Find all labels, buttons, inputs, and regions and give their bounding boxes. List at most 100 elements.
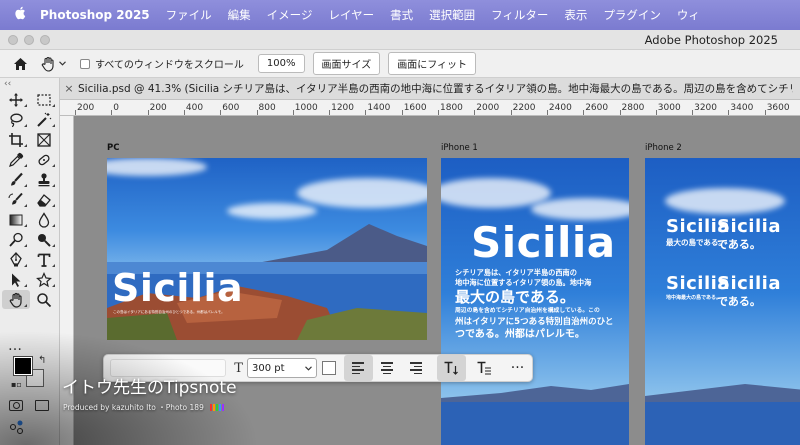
collapse-panel-button[interactable]: ‹‹ xyxy=(0,78,59,90)
zoom-tool[interactable] xyxy=(30,290,58,309)
menu-file[interactable]: ファイル xyxy=(166,7,212,23)
ruler-tick-mark xyxy=(583,110,585,115)
ruler-tick-label: 3600 xyxy=(766,103,790,113)
magic-wand-tool[interactable] xyxy=(30,110,58,129)
history-brush-tool[interactable] xyxy=(2,190,30,209)
scroll-all-windows-checkbox[interactable]: すべてのウィンドウをスクロール xyxy=(80,56,244,71)
tool-preset-picker[interactable] xyxy=(40,56,66,72)
menu-select[interactable]: 選択範囲 xyxy=(429,7,475,23)
ruler-tick-label: 2400 xyxy=(548,103,572,113)
smudge-tool[interactable] xyxy=(30,230,58,249)
horizontal-ruler[interactable]: 200 0 200 400 600 800 1000 1200 1400 1600 1800 2000… xyxy=(60,100,800,116)
foreground-color-swatch[interactable] xyxy=(13,356,33,376)
artboard-label-iphone1[interactable]: iPhone 1 xyxy=(441,143,478,153)
menu-image[interactable]: イメージ xyxy=(267,7,313,23)
pc-headline-text[interactable]: Sicilia xyxy=(112,266,243,310)
eraser-tool[interactable] xyxy=(30,190,58,209)
align-right-button[interactable] xyxy=(402,355,431,381)
home-icon xyxy=(13,57,27,70)
iphone1-body-line-4[interactable]: 周辺の島を含めてシチリア自治州を構成している。この xyxy=(455,308,600,315)
iphone1-body-line-6[interactable]: つである。州都はパレルモ。 xyxy=(455,329,585,342)
pen-tool[interactable] xyxy=(2,250,30,269)
watermark-color-bars-icon xyxy=(209,404,224,411)
clone-stamp-tool[interactable] xyxy=(30,170,58,189)
fit-screen-button[interactable]: 画面サイズ xyxy=(312,52,381,75)
frame-tool[interactable] xyxy=(30,130,58,149)
ruler-tick-mark xyxy=(474,110,476,115)
iphone1-body-line-2[interactable]: 地中海に位置するイタリア領の島。地中海 xyxy=(455,278,591,287)
close-window-button[interactable] xyxy=(8,35,18,45)
iphone1-body-line-3[interactable]: 最大の島である。 xyxy=(455,288,575,307)
shape-tool[interactable] xyxy=(30,270,58,289)
chevron-down-icon[interactable] xyxy=(305,365,312,371)
checkbox-box[interactable] xyxy=(80,58,90,69)
apple-icon[interactable] xyxy=(0,6,40,24)
home-button[interactable] xyxy=(0,57,40,71)
brush-tool[interactable] xyxy=(2,170,30,189)
document-tab[interactable]: × Sicilia.psd @ 41.3% (Sicilia シチリア島は、イタ… xyxy=(60,78,800,100)
gradient-tool[interactable] xyxy=(2,210,30,229)
lasso-tool[interactable] xyxy=(2,110,30,129)
text-color-swatch[interactable] xyxy=(322,361,336,375)
blur-tool[interactable] xyxy=(30,210,58,229)
fill-screen-button[interactable]: 画面にフィット xyxy=(388,52,477,75)
ruler-tick-mark xyxy=(147,110,149,115)
minimize-window-button[interactable] xyxy=(24,35,34,45)
more-options-button[interactable]: ··· xyxy=(503,355,532,381)
artboard-iphone1[interactable]: Sicilia シチリア島は、イタリア半島の西南の 地中海に位置するイタリア領の… xyxy=(441,158,629,445)
artboard-label-iphone2[interactable]: iPhone 2 xyxy=(645,143,682,153)
ruler-tick-mark xyxy=(365,110,367,115)
crop-tool[interactable] xyxy=(2,130,30,149)
artboard-pc[interactable]: Sicilia この島はイタリアにある特別自治州のひとつである。州都はパレルモ。 xyxy=(107,158,427,340)
artboard-label-pc[interactable]: PC xyxy=(107,143,119,153)
iphone1-headline-text[interactable]: Sicilia xyxy=(471,218,616,267)
tile-headline[interactable]: Sicilia xyxy=(717,273,781,294)
artboard-iphone2[interactable]: Sicilia 最大の島である。 Sicilia である。 Sicilia 地中… xyxy=(645,158,800,445)
menu-view[interactable]: 表示 xyxy=(564,7,587,23)
ruler-tick-label: 0 xyxy=(113,103,120,113)
path-selection-tool[interactable] xyxy=(2,270,30,289)
pc-body-text[interactable]: この島はイタリアにある特別自治州のひとつである。州都はパレルモ。 xyxy=(113,310,225,314)
ruler-tick-mark xyxy=(329,110,331,115)
character-panel-button[interactable] xyxy=(470,355,499,381)
close-tab-icon[interactable]: × xyxy=(60,82,78,95)
ruler-tick-label: 1600 xyxy=(403,103,427,113)
menu-plugins[interactable]: プラグイン xyxy=(603,7,661,23)
type-tool[interactable] xyxy=(30,250,58,269)
window-title-bar: Adobe Photoshop 2025 xyxy=(0,30,800,50)
marquee-tool[interactable] xyxy=(30,90,58,109)
tile-subtext[interactable]: である。 xyxy=(717,295,761,309)
zoom-window-button[interactable] xyxy=(40,35,50,45)
vertical-type-toggle-button[interactable] xyxy=(436,355,466,381)
hand-tool[interactable] xyxy=(2,290,30,309)
move-tool[interactable] xyxy=(2,90,30,109)
custom-shape-icon xyxy=(36,271,52,287)
tile-subtext[interactable]: である。 xyxy=(717,238,761,252)
options-bar: すべてのウィンドウをスクロール 100% 画面サイズ 画面にフィット xyxy=(0,50,800,78)
menu-type[interactable]: 書式 xyxy=(390,7,413,23)
menu-edit[interactable]: 編集 xyxy=(228,7,251,23)
align-left-button[interactable] xyxy=(343,355,373,381)
menu-filter[interactable]: フィルター xyxy=(491,7,548,23)
align-left-icon xyxy=(352,362,365,374)
menu-window[interactable]: ウィ xyxy=(677,7,700,23)
zoom-100-button[interactable]: 100% xyxy=(257,54,305,73)
dodge-tool[interactable] xyxy=(2,230,30,249)
ruler-tick-mark xyxy=(220,110,222,115)
tile-subtext[interactable]: 地中海最大の島である。 xyxy=(666,295,721,301)
eyedropper-tool[interactable] xyxy=(2,150,30,169)
hand-icon xyxy=(41,56,54,72)
ruler-tick-mark xyxy=(438,110,439,115)
ruler-tick-mark xyxy=(75,110,76,115)
history-brush-icon xyxy=(8,192,23,204)
align-center-icon xyxy=(381,362,394,374)
tile-headline[interactable]: Sicilia xyxy=(717,216,781,237)
menu-app-name[interactable]: Photoshop 2025 xyxy=(40,8,150,22)
iphone1-body-line-5[interactable]: 州はイタリアに5つある特別自治州のひと xyxy=(455,317,613,328)
dodge-icon xyxy=(9,232,23,247)
menu-layer[interactable]: レイヤー xyxy=(328,7,374,23)
spot-healing-tool[interactable] xyxy=(30,150,58,169)
iphone1-body-line-1[interactable]: シチリア島は、イタリア半島の西南の xyxy=(455,268,577,277)
align-center-button[interactable] xyxy=(373,355,402,381)
watermark-subtitle: Produced by kazuhito Ito ・Photo 189 xyxy=(63,403,204,412)
